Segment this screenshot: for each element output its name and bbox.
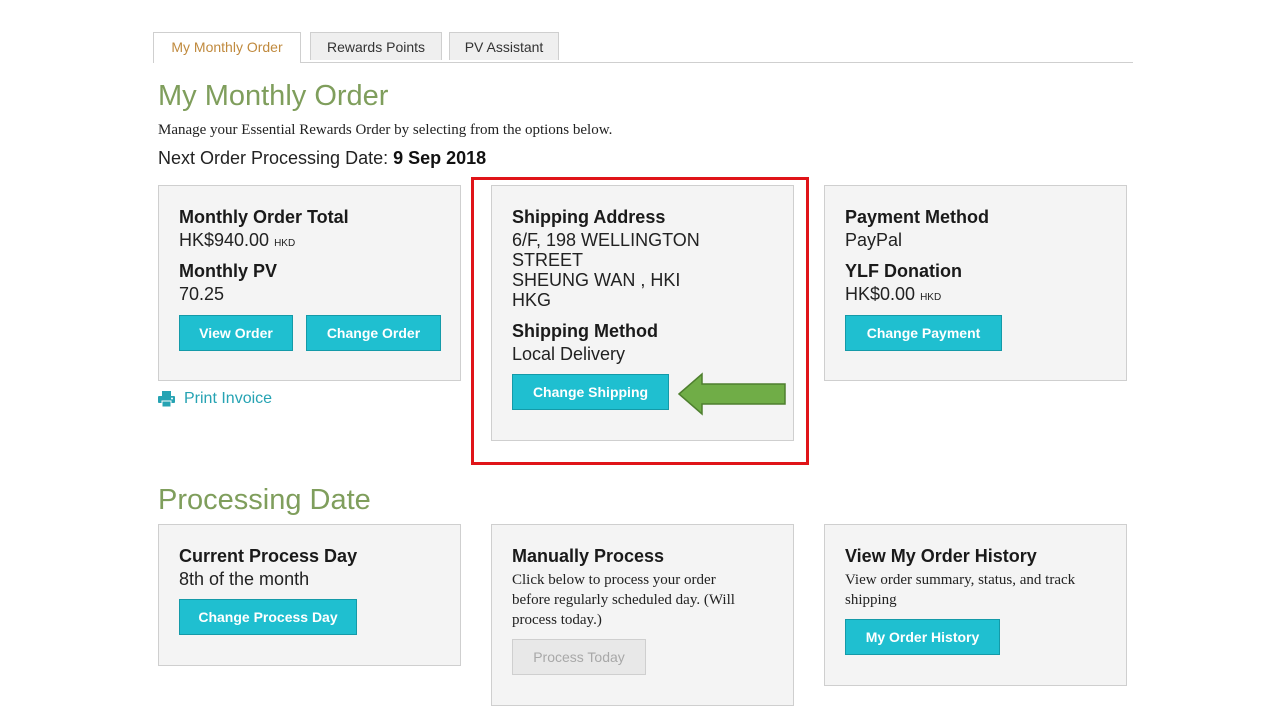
print-invoice-label: Print Invoice (184, 390, 273, 407)
manual-process-card: Manually Process Click below to process … (491, 524, 794, 706)
monthly-pv-label: Monthly PV (179, 261, 277, 281)
total-amount: HK$940.00 (179, 230, 270, 250)
current-process-day-card: Current Process Day 8th of the month Cha… (158, 524, 461, 666)
order-history-label: View My Order History (845, 546, 1037, 566)
monthly-order-total-label: Monthly Order Total (179, 207, 349, 227)
process-today-button[interactable]: Process Today (512, 639, 646, 675)
manual-process-desc-line-1: Click below to process your order (512, 572, 716, 588)
next-order-label: Next Order Processing Date: (158, 148, 394, 168)
highlight-box (471, 177, 809, 465)
monthly-order-card: Monthly Order Total HK$940.00 HKD Monthly… (158, 185, 461, 381)
printer-icon (158, 391, 175, 407)
tab-rewards-points[interactable]: Rewards Points (310, 32, 442, 60)
view-order-button[interactable]: View Order (179, 315, 293, 351)
order-history-desc-line-1: View order summary, status, and track (845, 572, 1076, 588)
change-order-button[interactable]: Change Order (306, 315, 441, 351)
print-invoice-link[interactable]: Print Invoice (158, 390, 272, 408)
payment-card: Payment Method PayPal YLF Donation HK$0.… (824, 185, 1127, 381)
intro-text: Manage your Essential Rewards Order by s… (158, 122, 613, 138)
donation-amount: HK$0.00 (845, 284, 916, 304)
tab-pv-assistant[interactable]: PV Assistant (449, 32, 559, 60)
monthly-order-total-value: HK$940.00 HKD (179, 230, 295, 254)
change-payment-button[interactable]: Change Payment (845, 315, 1002, 351)
ylf-donation-label: YLF Donation (845, 261, 962, 281)
change-process-day-button[interactable]: Change Process Day (179, 599, 357, 635)
next-order-date: Next Order Processing Date: 9 Sep 2018 (158, 148, 486, 169)
manual-process-label: Manually Process (512, 546, 665, 566)
manual-process-desc-line-3: process today.) (512, 612, 602, 628)
monthly-pv-value: 70.25 (179, 284, 225, 304)
order-history-desc-line-2: shipping (845, 592, 897, 608)
current-process-day-label: Current Process Day (179, 546, 358, 566)
current-process-day-value: 8th of the month (179, 569, 310, 589)
order-history-card: View My Order History View order summary… (824, 524, 1127, 686)
processing-date-title: Processing Date (158, 484, 371, 516)
next-order-value: 9 Sep 2018 (393, 148, 487, 168)
page-title: My Monthly Order (158, 80, 389, 112)
green-arrow-icon (678, 372, 786, 416)
manual-process-desc-line-2: before regularly scheduled day. (Will (512, 592, 735, 608)
payment-method-label: Payment Method (845, 207, 990, 227)
tab-bar: My Monthly Order Rewards Points PV Assis… (153, 32, 1133, 63)
donation-currency: HKD (920, 292, 942, 303)
my-order-history-button[interactable]: My Order History (845, 619, 1000, 655)
total-currency: HKD (274, 238, 296, 249)
tab-my-monthly-order[interactable]: My Monthly Order (153, 32, 301, 63)
ylf-donation-value: HK$0.00 HKD (845, 284, 941, 308)
payment-method-value: PayPal (845, 230, 903, 250)
